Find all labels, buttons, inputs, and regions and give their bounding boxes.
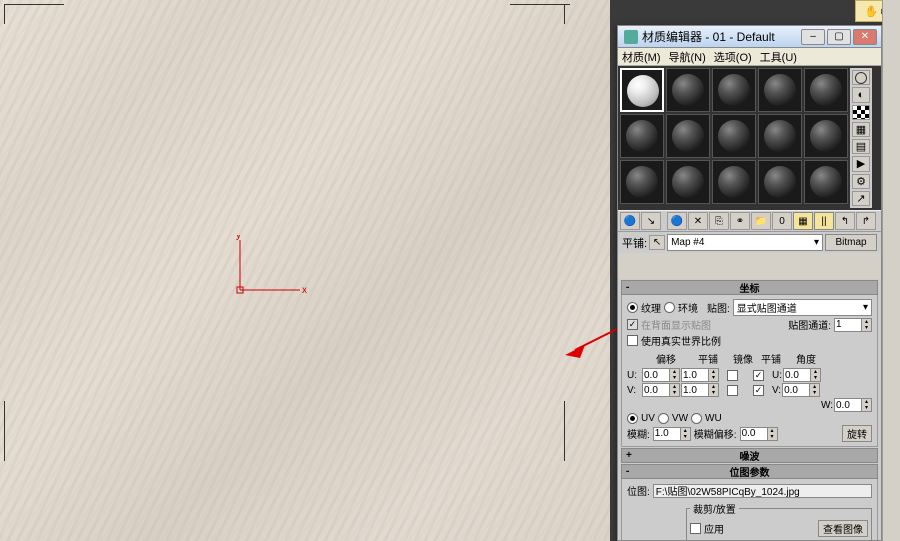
make-copy-icon[interactable]: ⎘ [709, 212, 729, 230]
gizmo-x-label: x [302, 285, 307, 296]
v-tiling-spinner[interactable]: ▴▾ [681, 383, 719, 397]
u-tiling-spinner[interactable]: ▴▾ [681, 368, 719, 382]
backlight-icon[interactable]: ◐ [852, 87, 870, 102]
sample-slot[interactable] [712, 68, 756, 112]
get-material-icon[interactable]: 🔵 [620, 212, 640, 230]
menu-material[interactable]: 材质(M) [622, 49, 661, 65]
go-to-parent-small-icon[interactable]: ↖ [649, 235, 665, 250]
radio-vw[interactable] [658, 413, 669, 424]
v-offset-spinner[interactable]: ▴▾ [642, 383, 680, 397]
w-angle-spinner[interactable]: ▴▾ [834, 398, 872, 412]
go-to-parent-icon[interactable]: ↰ [835, 212, 855, 230]
sample-slot[interactable] [666, 68, 710, 112]
sample-slot[interactable] [758, 160, 802, 204]
options-icon[interactable]: ⚙ [852, 174, 870, 189]
sample-slot[interactable] [620, 160, 664, 204]
sample-side-toolbar: ◐ ▦ ▤ ▶ ⚙ ↗ [850, 68, 872, 208]
menu-tools[interactable]: 工具(U) [760, 49, 797, 65]
sample-slot[interactable] [758, 114, 802, 158]
map-channel-spinner[interactable]: ▴▾ [834, 318, 872, 332]
sample-type-icon[interactable] [852, 70, 870, 85]
axis-gizmo: x y [230, 235, 310, 305]
blur-spinner[interactable]: ▴▾ [653, 427, 691, 441]
sample-slot[interactable] [666, 160, 710, 204]
go-forward-icon[interactable]: ↱ [856, 212, 876, 230]
material-editor-window: 材质编辑器 - 01 - Default – ▢ ✕ 材质(M) 导航(N) 选… [617, 25, 882, 541]
rotate-button[interactable]: 旋转 [842, 425, 872, 442]
sample-slot[interactable] [804, 160, 848, 204]
show-in-viewport-icon[interactable]: ▦ [793, 212, 813, 230]
v-angle-spinner[interactable]: ▴▾ [782, 383, 820, 397]
video-check-icon[interactable]: ▤ [852, 139, 870, 154]
map-type-button[interactable]: Bitmap [825, 234, 877, 251]
map-name-combo[interactable]: Map #4▾ [667, 234, 823, 251]
sample-slot[interactable] [804, 114, 848, 158]
check-show-back [627, 319, 638, 330]
sample-slot[interactable] [804, 68, 848, 112]
menubar: 材质(M) 导航(N) 选项(O) 工具(U) [618, 48, 881, 66]
rollout-noise: +噪波 [621, 448, 878, 463]
show-end-result-icon[interactable]: || [814, 212, 834, 230]
u-tile-check[interactable] [753, 370, 764, 381]
select-by-material-icon[interactable]: ↗ [852, 191, 870, 206]
titlebar[interactable]: 材质编辑器 - 01 - Default – ▢ ✕ [618, 26, 881, 48]
u-mirror-check[interactable] [727, 370, 738, 381]
radio-uv[interactable] [627, 413, 638, 424]
view-image-button[interactable]: 查看图像 [818, 520, 868, 537]
background-icon[interactable] [852, 105, 870, 120]
maximize-button[interactable]: ▢ [827, 29, 851, 45]
rollout-header-noise[interactable]: +噪波 [621, 448, 878, 463]
u-angle-spinner[interactable]: ▴▾ [783, 368, 821, 382]
rollout-scroll-area[interactable]: -坐标 纹理 环境 贴图: 显式贴图通道▾ 在背面显示贴图 贴图通道: ▴▾ 使… [618, 279, 881, 540]
sample-slots-area: ◐ ▦ ▤ ▶ ⚙ ↗ [618, 66, 881, 210]
right-command-panel-edge [882, 0, 900, 541]
menu-navigate[interactable]: 导航(N) [669, 49, 706, 65]
reset-icon[interactable]: ✕ [688, 212, 708, 230]
sample-slot[interactable] [712, 114, 756, 158]
blur-offset-spinner[interactable]: ▴▾ [740, 427, 778, 441]
app-icon [624, 30, 638, 44]
rollout-header-bitmap[interactable]: -位图参数 [621, 464, 878, 479]
put-to-scene-icon[interactable]: ↘ [641, 212, 661, 230]
material-toolbar: 🔵 ↘ 🔵 ✕ ⎘ ⚭ 📁 0 ▦ || ↰ ↱ [618, 210, 881, 232]
radio-texture[interactable] [627, 302, 638, 313]
sample-slot[interactable] [666, 114, 710, 158]
close-button[interactable]: ✕ [853, 29, 877, 45]
check-real-world[interactable] [627, 335, 638, 346]
sample-slot[interactable] [620, 114, 664, 158]
rollout-bitmap-params: -位图参数 位图: F:\贴图\02W58PICqBy_1024.jpg 重新加… [621, 464, 878, 540]
assign-to-selection-icon[interactable]: 🔵 [667, 212, 687, 230]
sample-slot[interactable] [758, 68, 802, 112]
rollout-coordinates: -坐标 纹理 环境 贴图: 显式贴图通道▾ 在背面显示贴图 贴图通道: ▴▾ 使… [621, 280, 878, 447]
rollout-header-coordinates[interactable]: -坐标 [621, 280, 878, 295]
menu-options[interactable]: 选项(O) [714, 49, 752, 65]
viewport[interactable]: x y [0, 0, 610, 541]
radio-environment[interactable] [664, 302, 675, 313]
tiling-nav-label: 平铺: [622, 235, 647, 251]
v-tile-check[interactable] [753, 385, 764, 396]
preview-icon[interactable]: ▶ [852, 156, 870, 171]
material-id-icon[interactable]: 0 [772, 212, 792, 230]
u-offset-spinner[interactable]: ▴▾ [642, 368, 680, 382]
gizmo-y-label: y [236, 235, 241, 241]
window-title: 材质编辑器 - 01 - Default [642, 28, 801, 45]
apply-check[interactable] [690, 523, 701, 534]
sample-uv-icon[interactable]: ▦ [852, 122, 870, 137]
radio-wu[interactable] [691, 413, 702, 424]
mapping-combo[interactable]: 显式贴图通道▾ [733, 299, 872, 316]
minimize-button[interactable]: – [801, 29, 825, 45]
make-unique-icon[interactable]: ⚭ [730, 212, 750, 230]
v-mirror-check[interactable] [727, 385, 738, 396]
sample-slot[interactable] [620, 68, 664, 112]
sample-slot[interactable] [712, 160, 756, 204]
hand-icon[interactable]: ✋ [865, 5, 879, 18]
map-nav-row: 平铺: ↖ Map #4▾ Bitmap [618, 232, 881, 253]
bitmap-path-button[interactable]: F:\贴图\02W58PICqBy_1024.jpg [653, 484, 872, 498]
put-to-library-icon[interactable]: 📁 [751, 212, 771, 230]
